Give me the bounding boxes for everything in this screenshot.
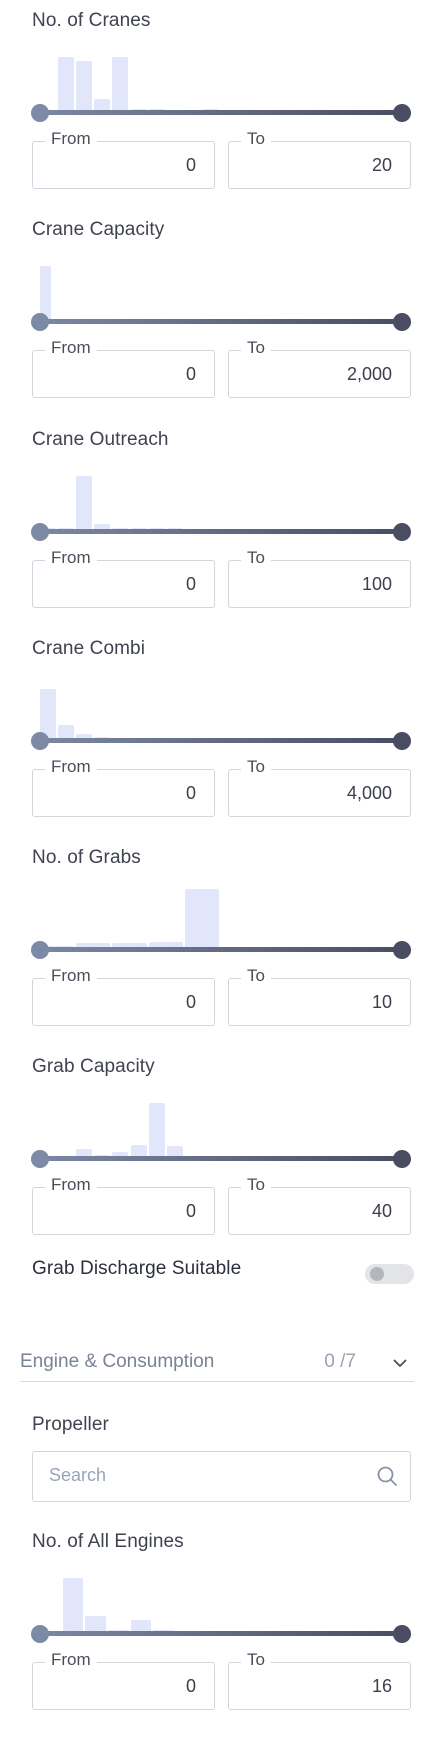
chevron-down-icon[interactable]: [392, 1357, 408, 1369]
section-title: Engine & Consumption: [20, 1351, 215, 1372]
to-label: To: [241, 966, 271, 986]
to-value: 20: [371, 155, 392, 175]
histogram-bar: [148, 1102, 165, 1158]
from-value: 0: [185, 1676, 196, 1696]
range-min-handle[interactable]: [31, 104, 49, 122]
to-field[interactable]: To 4,000: [228, 757, 411, 817]
histogram: [40, 1573, 402, 1633]
from-value: 0: [185, 783, 196, 803]
to-field[interactable]: To 20: [228, 129, 411, 189]
range-max-handle[interactable]: [393, 1625, 411, 1643]
histogram: [40, 889, 402, 949]
propeller-label: Propeller: [32, 1414, 109, 1435]
engine-consumption-section-header[interactable]: Engine & Consumption 0 /7: [20, 1351, 414, 1382]
from-value: 0: [185, 574, 196, 594]
filter-label: Grab Capacity: [32, 1056, 155, 1077]
search-input[interactable]: [47, 1464, 351, 1487]
to-field[interactable]: To 10: [228, 966, 411, 1026]
histogram-bar: [62, 1577, 84, 1633]
propeller-search[interactable]: [32, 1451, 411, 1502]
range-min-handle[interactable]: [31, 1150, 49, 1168]
from-field[interactable]: From 0: [32, 1650, 215, 1710]
range-min-handle[interactable]: [31, 1625, 49, 1643]
to-value: 10: [371, 992, 392, 1012]
to-label: To: [241, 129, 271, 149]
from-field[interactable]: From 0: [32, 757, 215, 817]
range-max-handle[interactable]: [393, 523, 411, 541]
to-value: 40: [371, 1201, 392, 1221]
filter-label: No. of All Engines: [32, 1531, 184, 1552]
from-value: 0: [185, 992, 196, 1012]
from-label: From: [45, 338, 97, 358]
histogram: [40, 52, 402, 112]
histogram: [40, 261, 402, 321]
to-value: 100: [361, 574, 392, 594]
toggle-knob: [370, 1267, 384, 1281]
histogram: [40, 680, 402, 740]
to-field[interactable]: To 100: [228, 548, 411, 608]
to-value: 16: [371, 1676, 392, 1696]
histogram: [40, 471, 402, 531]
range-max-handle[interactable]: [393, 732, 411, 750]
search-icon[interactable]: [376, 1465, 398, 1487]
filter-label: No. of Cranes: [32, 10, 151, 31]
range-track[interactable]: [40, 738, 402, 743]
from-label: From: [45, 548, 97, 568]
to-field[interactable]: To 40: [228, 1175, 411, 1235]
to-field[interactable]: To 2,000: [228, 338, 411, 398]
filter-label: Crane Outreach: [32, 429, 169, 450]
range-track[interactable]: [40, 1631, 402, 1636]
to-label: To: [241, 548, 271, 568]
range-min-handle[interactable]: [31, 313, 49, 331]
range-track[interactable]: [40, 1156, 402, 1161]
grab-discharge-label: Grab Discharge Suitable: [32, 1258, 242, 1279]
section-count: 0 /7: [324, 1351, 356, 1372]
from-field[interactable]: From 0: [32, 548, 215, 608]
to-label: To: [241, 757, 271, 777]
from-value: 0: [185, 1201, 196, 1221]
from-label: From: [45, 1175, 97, 1195]
range-max-handle[interactable]: [393, 1150, 411, 1168]
histogram-bar: [58, 56, 75, 112]
grab-discharge-toggle[interactable]: [365, 1264, 414, 1284]
range-min-handle[interactable]: [31, 941, 49, 959]
to-field[interactable]: To 16: [228, 1650, 411, 1710]
histogram: [40, 1098, 402, 1158]
from-label: From: [45, 1650, 97, 1670]
histogram-bar: [184, 889, 219, 949]
from-field[interactable]: From 0: [32, 129, 215, 189]
histogram-bar: [112, 56, 129, 112]
range-min-handle[interactable]: [31, 732, 49, 750]
from-field[interactable]: From 0: [32, 338, 215, 398]
to-value: 2,000: [346, 364, 392, 384]
range-max-handle[interactable]: [393, 104, 411, 122]
range-max-handle[interactable]: [393, 313, 411, 331]
to-label: To: [241, 1650, 271, 1670]
histogram-bar: [76, 475, 93, 531]
from-value: 0: [185, 364, 196, 384]
to-label: To: [241, 338, 271, 358]
from-field[interactable]: From 0: [32, 1175, 215, 1235]
from-label: From: [45, 966, 97, 986]
from-field[interactable]: From 0: [32, 966, 215, 1026]
range-max-handle[interactable]: [393, 941, 411, 959]
range-min-handle[interactable]: [31, 523, 49, 541]
to-value: 4,000: [346, 783, 392, 803]
from-label: From: [45, 757, 97, 777]
range-track[interactable]: [40, 529, 402, 534]
from-label: From: [45, 129, 97, 149]
from-value: 0: [185, 155, 196, 175]
to-label: To: [241, 1175, 271, 1195]
range-track[interactable]: [40, 947, 402, 952]
filter-label: No. of Grabs: [32, 847, 141, 868]
range-track[interactable]: [40, 110, 402, 115]
filter-label: Crane Capacity: [32, 219, 165, 240]
range-track[interactable]: [40, 319, 402, 324]
filter-label: Crane Combi: [32, 638, 146, 659]
histogram-bar: [76, 61, 93, 112]
